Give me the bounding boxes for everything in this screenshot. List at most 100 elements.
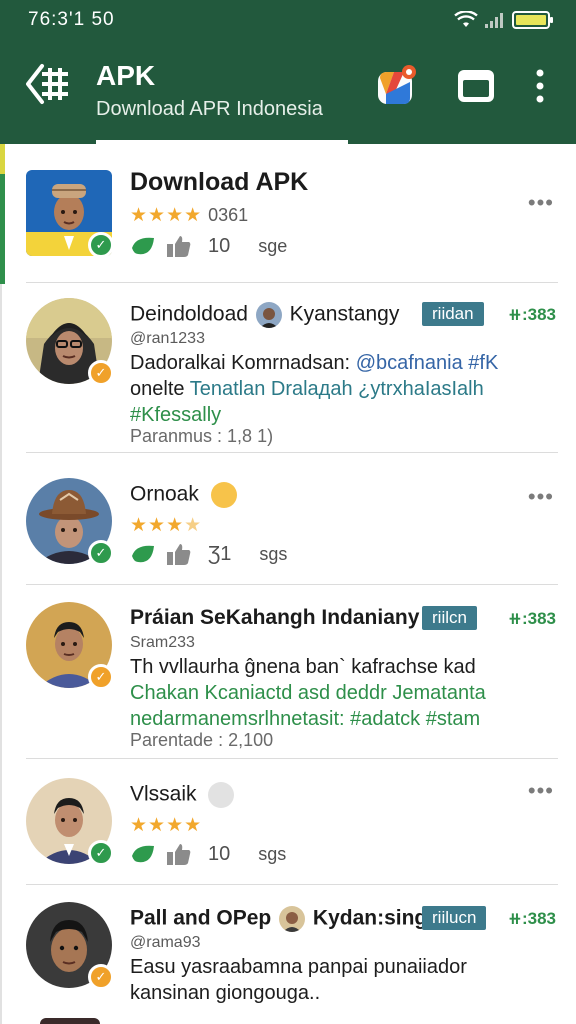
divider [26,282,558,283]
status-bar: 76:3'1 50 [0,0,576,40]
stats-row: 10 sge [130,234,287,258]
post-points: ⧺:383 [507,609,556,628]
back-list-icon [26,64,68,104]
post-meta: Parentade : 2,100 [130,730,274,750]
overflow-menu-button[interactable] [518,64,562,108]
mini-avatar-icon [279,906,306,932]
apps-button[interactable] [374,64,418,108]
post-body: Th vvllaurha ĝnena ban` kafrachse kad Ch… [130,654,556,732]
divider [26,758,558,759]
post-author[interactable]: Ornoak [130,483,199,506]
post-hashtag[interactable]: #Kfessally [130,404,221,426]
verified-badge-icon: ✓ [88,540,114,566]
post-mention[interactable]: @bcafnania #fK [356,352,499,374]
post-link[interactable]: nedarmanemsrlhnetasit: [130,708,345,730]
thumbs-up-icon[interactable] [166,542,192,566]
avatar[interactable]: ✓ [26,298,114,386]
thumbs-up-icon[interactable] [166,234,192,258]
post-text: Dadoralkai Komrnadsan: [130,352,351,374]
post-author[interactable]: Vlssaik [130,783,197,806]
post-text: Th vvllaurha ĝnena ban` kafrachse kad [130,656,476,678]
post-link[interactable]: Chakan Kcaniactd asd deddr Jematanta [130,682,486,704]
post-author: Download APK [130,168,309,196]
post-hashtag[interactable]: #adatck #stam [350,708,480,730]
post-coauthor[interactable]: Kyanstangy [290,303,400,326]
post-points: ⧺:383 [507,909,556,928]
post-card-partial [26,1018,558,1024]
post-card[interactable]: ✓ Pall and OPep Kydan:sing: riilucn ⧺:38… [26,902,558,1024]
post-coauthor[interactable]: Kydan:sing: [313,907,434,930]
stats-row: Ʒ1 sgs [130,542,287,566]
leaf-icon[interactable] [130,234,156,258]
mini-avatar-icon [255,302,282,328]
stat-unit: sge [258,235,288,256]
verified-badge-icon: ✓ [88,232,114,258]
post-handle[interactable]: @rama93 [130,934,201,952]
rating-count: 0361 [208,205,249,225]
post-meta: Paranmus : 1,8 1) [130,426,274,446]
avatar[interactable]: ✓ [26,170,114,258]
post-card[interactable]: ✓ Deindoldoad Kyanstangy riidan ⧺:383 @r… [26,298,558,448]
stat-count: Ʒ1 [208,542,232,565]
signal-icon [485,13,503,28]
feed-list[interactable]: ✓ Download APK ★★★★ 0361 10 sge ••• ✓ De… [0,144,576,1024]
apps-colorful-icon [378,65,416,104]
post-handle[interactable]: Sram233 [130,634,195,652]
post-card[interactable]: ✓ Práian SeKahangh Indaniany riilcn ⧺:38… [26,602,558,752]
orange-badge-icon: ✓ [88,964,114,990]
post-tag[interactable]: riidan [422,302,484,326]
post-author[interactable]: Deindoldoad [130,303,248,326]
post-tag[interactable]: riilucn [422,906,487,930]
leaf-icon[interactable] [130,842,156,866]
post-author-line: Vlssaik [130,782,235,808]
post-author[interactable]: Pall and OPep [130,907,271,930]
post-author-line: Ornoak [130,482,237,508]
orange-badge-icon: ✓ [88,360,114,386]
rating-stars: ★★★★ 0361 [130,205,249,226]
post-handle[interactable]: @ran1233 [130,330,205,348]
rating-stars: ★★★★ [130,815,203,836]
more-options-icon[interactable]: ••• [528,190,554,216]
more-options-icon[interactable]: ••• [528,778,554,804]
avatar[interactable]: ✓ [26,778,114,866]
wifi-icon [454,11,478,27]
rating-stars: ★★★★ [130,515,203,536]
more-vert-icon [536,69,544,103]
post-author-line: Pall and OPep Kydan:sing: [130,906,434,932]
app-subtitle: Download APR Indonesia [96,98,323,120]
avatar[interactable]: ✓ [26,902,114,990]
orange-badge-icon: ✓ [88,664,114,690]
verified-badge-icon: ✓ [88,840,114,866]
stat-count: 10 [208,842,231,865]
divider [26,452,558,453]
post-card[interactable]: ✓ Ornoak ★★★★ Ʒ1 sgs ••• [26,478,558,588]
stat-count: 10 [208,234,231,257]
avatar[interactable]: ✓ [26,478,114,566]
divider [26,884,558,885]
post-author-line: Deindoldoad Kyanstangy [130,302,399,328]
battery-icon [512,11,553,29]
post-tag[interactable]: riilcn [422,606,477,630]
post-body: Dadoralkai Komrnadsan: @bcafnania #fK on… [130,350,556,428]
back-menu-button[interactable] [22,58,74,110]
app-bar: APK Download APR Indonesia [0,40,576,144]
stat-unit: sgs [258,843,287,864]
window-button[interactable] [454,64,498,108]
more-options-icon[interactable]: ••• [528,484,554,510]
post-text: Easu yasraabamna panpai punaiiador [130,956,467,978]
stats-row: 10 sgs [130,842,286,866]
status-time: 76:3'1 50 [28,9,115,30]
neutral-emoji-icon [208,782,235,808]
status-icons [454,11,553,29]
post-text: onelte [130,378,185,400]
post-author[interactable]: Práian SeKahangh Indaniany [130,606,419,630]
app-title: APK [96,60,156,91]
post-points: ⧺:383 [507,305,556,324]
post-card[interactable]: ✓ Vlssaik ★★★★ 10 sgs ••• [26,778,558,888]
app-card[interactable]: ✓ Download APK ★★★★ 0361 10 sge ••• [26,168,558,284]
avatar-partial [40,1018,100,1024]
leaf-icon[interactable] [130,542,156,566]
thumbs-up-icon[interactable] [166,842,192,866]
avatar[interactable]: ✓ [26,602,114,690]
post-link[interactable]: Tenatlan Dralадah ¿ytrxhaIasIalh [190,378,484,400]
